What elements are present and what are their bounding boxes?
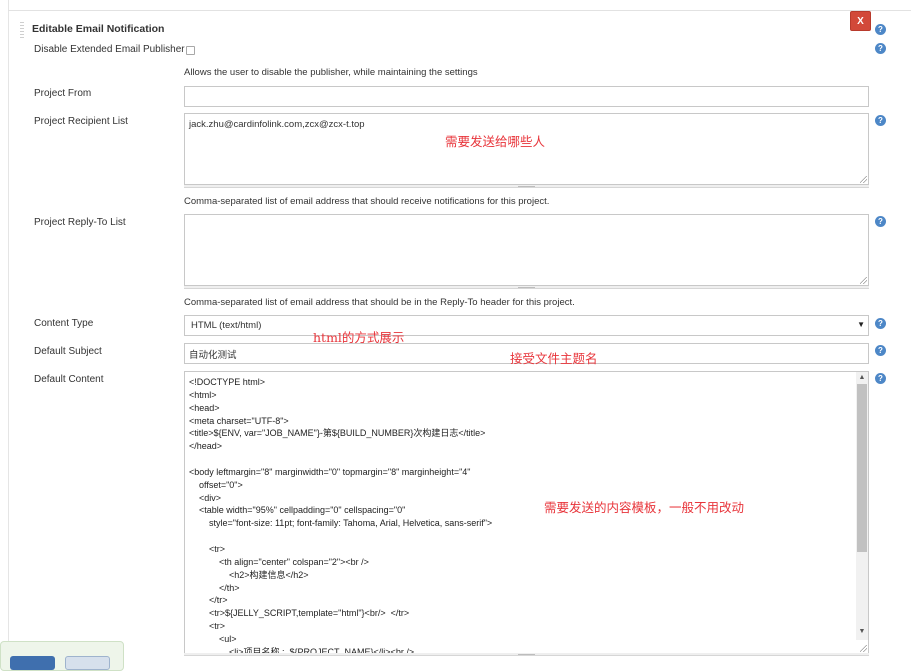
drag-handle-icon[interactable] (20, 22, 24, 38)
reply-to-list-label: Project Reply-To List (34, 217, 126, 228)
help-icon[interactable]: ? (875, 373, 886, 384)
close-button[interactable]: X (850, 11, 871, 31)
project-from-label: Project From (34, 88, 92, 99)
save-button[interactable] (10, 656, 55, 670)
disable-publisher-checkbox[interactable] (186, 46, 195, 55)
code-line: </tr> (189, 595, 228, 606)
code-line: </th> (189, 582, 240, 593)
resize-handle-icon[interactable] (860, 277, 867, 284)
code-line: style="font-size: 11pt; font-family: Tah… (189, 518, 493, 529)
code-line: <title>${ENV, var="JOB_NAME"}-第${BUILD_N… (189, 428, 486, 439)
code-line: <ul> (189, 633, 237, 644)
project-from-input[interactable] (184, 86, 869, 107)
code-line: <tr>${JELLY_SCRIPT,template="html"}<br/>… (189, 608, 410, 619)
textarea-resize-bar[interactable] (184, 286, 869, 289)
help-icon[interactable]: ? (875, 345, 886, 356)
code-line: <html> (189, 389, 217, 400)
recipient-list-description: Comma-separated list of email address th… (184, 196, 550, 207)
content-type-select[interactable]: HTML (text/html) ▼ (184, 315, 869, 336)
chevron-down-icon: ▼ (857, 320, 865, 329)
scrollbar-thumb[interactable] (857, 384, 867, 552)
recipient-list-label: Project Recipient List (34, 116, 128, 127)
help-icon[interactable]: ? (875, 216, 886, 227)
code-line: <h2>构建信息</h2> (189, 569, 309, 580)
reply-to-list-textarea[interactable] (184, 214, 869, 286)
content-type-label: Content Type (34, 318, 94, 329)
annotation-content-type: html的方式展示 (313, 330, 405, 345)
reply-to-list-description: Comma-separated list of email address th… (184, 297, 575, 308)
default-content-textarea[interactable]: <!DOCTYPE html> <html> <head> <meta charset… (184, 371, 869, 654)
disable-publisher-label: Disable Extended Email Publisher (34, 44, 185, 55)
code-line: <head> (189, 402, 220, 413)
help-icon[interactable]: ? (875, 24, 886, 35)
resize-handle-icon[interactable] (860, 645, 867, 652)
help-icon[interactable]: ? (875, 115, 886, 126)
disable-publisher-description: Allows the user to disable the publisher… (184, 67, 478, 78)
scroll-down-arrow-icon[interactable]: ▼ (857, 627, 867, 637)
annotation-subject: 接受文件主题名 (510, 351, 598, 366)
default-content-code: <!DOCTYPE html> <html> <head> <meta charset… (189, 376, 493, 653)
annotation-recipients: 需要发送给哪些人 (445, 134, 546, 149)
content-type-value: HTML (text/html) (191, 320, 262, 331)
page-frame-top-border (8, 10, 911, 11)
code-line: <table width="95%" cellpadding="0" cells… (189, 505, 406, 516)
code-line: <tr> (189, 543, 226, 554)
textarea-resize-bar[interactable] (184, 653, 869, 656)
code-line: </head> (189, 441, 223, 452)
page-frame-left-border (8, 0, 9, 664)
annotation-content: 需要发送的内容模板，一般不用改动 (544, 500, 745, 515)
default-content-label: Default Content (34, 374, 104, 385)
section-title: Editable Email Notification (32, 23, 165, 35)
code-line: <meta charset="UTF-8"> (189, 415, 289, 426)
code-line: <div> (189, 492, 222, 503)
apply-button[interactable] (65, 656, 110, 670)
code-line: offset="0"> (189, 479, 243, 490)
code-line: <!DOCTYPE html> (189, 377, 266, 387)
resize-handle-icon[interactable] (860, 176, 867, 183)
code-line: <th align="center" colspan="2"><br /> (189, 556, 369, 567)
help-icon[interactable]: ? (875, 43, 886, 54)
scroll-up-arrow-icon[interactable]: ▲ (857, 373, 867, 383)
help-icon[interactable]: ? (875, 318, 886, 329)
recipient-list-value: jack.zhu@cardinfolink.com,zcx@zcx-t.top (189, 119, 365, 130)
code-line: <body leftmargin="8" marginwidth="0" top… (189, 466, 471, 477)
textarea-resize-bar[interactable] (184, 185, 869, 188)
default-subject-label: Default Subject (34, 346, 102, 357)
code-line: <tr> (189, 621, 226, 632)
scrollbar[interactable]: ▲ ▼ (856, 372, 868, 640)
